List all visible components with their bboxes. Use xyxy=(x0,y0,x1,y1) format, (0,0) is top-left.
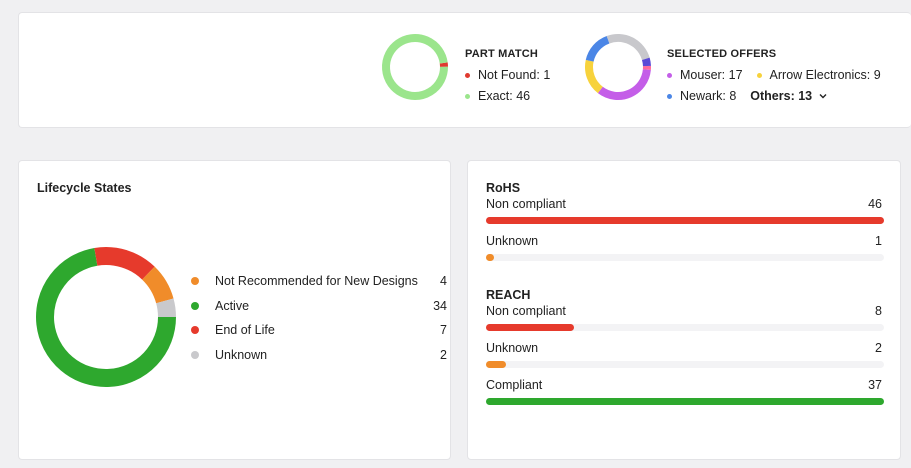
lifecycle-title: Lifecycle States xyxy=(37,181,132,195)
active-count: 34 xyxy=(433,299,447,313)
lifecycle-segment-1[interactable] xyxy=(94,247,155,280)
selected-offers-segment-4[interactable] xyxy=(606,34,650,61)
reach-title: REACH xyxy=(486,288,531,302)
rohs-non-compliant-fill xyxy=(486,217,884,224)
end-of-life-count: 7 xyxy=(440,323,447,337)
part-match-legend-not-found: Not Found: 1 xyxy=(465,68,550,82)
active-dot xyxy=(191,302,199,310)
selected-offers-segment-5[interactable] xyxy=(641,57,651,67)
reach-non-compliant-bar xyxy=(486,324,884,331)
exact-dot xyxy=(465,93,470,99)
rohs-unknown-count: 1 xyxy=(875,234,882,248)
exact-label: Exact: 46 xyxy=(478,89,531,103)
arrow-label: Arrow Electronics: 9 xyxy=(769,68,881,82)
reach-non-compliant-fill xyxy=(486,324,574,331)
part-match-donut-chart xyxy=(382,34,448,100)
part-match-segment-1[interactable] xyxy=(382,34,448,100)
selected-offers-segment-1[interactable] xyxy=(597,69,651,100)
reach-non-compliant-count: 8 xyxy=(875,304,882,318)
part-match-legend-exact: Exact: 46 xyxy=(465,89,530,103)
selected-offers-donut-chart xyxy=(585,34,651,100)
rohs-non-compliant-bar xyxy=(486,217,884,224)
rohs-title: RoHS xyxy=(486,181,521,195)
not-recommended-dot xyxy=(191,277,199,285)
others-dropdown[interactable]: Others: 13 xyxy=(750,89,828,103)
rohs-non-compliant-label: Non compliant xyxy=(486,197,566,211)
selected-offers-title: SELECTED OFFERS xyxy=(667,48,777,60)
summary-card: PART MATCH Not Found: 1 Exact: 46 SELECT… xyxy=(18,12,911,128)
arrow-dot xyxy=(756,72,762,78)
end-of-life-label: End of Life xyxy=(215,323,275,337)
rohs-unknown-bar xyxy=(486,254,884,261)
newark-dot xyxy=(667,93,672,99)
selected-offers-legend-row-2: Newark: 8 Others: 13 xyxy=(667,89,828,103)
reach-compliant-label: Compliant xyxy=(486,378,543,392)
not-recommended-count: 4 xyxy=(440,274,447,288)
selected-offers-legend-row-1: Mouser: 17 Arrow Electronics: 9 xyxy=(667,68,881,82)
lifecycle-states-card: Lifecycle States Not Recommended for New… xyxy=(18,160,451,460)
lifecycle-segment-2[interactable] xyxy=(141,266,174,304)
reach-non-compliant-label: Non compliant xyxy=(486,304,566,318)
reach-compliant-bar xyxy=(486,398,884,405)
lifecycle-legend-active: Active 34 xyxy=(191,297,447,315)
rohs-unknown-label: Unknown xyxy=(486,234,539,248)
others-label: Others: 13 xyxy=(750,89,813,103)
not-recommended-label: Not Recommended for New Designs xyxy=(215,274,418,288)
compliance-card: RoHS Non compliant 46 Unknown 1 REACH No… xyxy=(467,160,901,460)
lifecycle-segment-3[interactable] xyxy=(156,298,176,318)
reach-unknown-fill xyxy=(486,361,506,368)
unknown-count: 2 xyxy=(440,348,447,362)
not-found-dot xyxy=(465,72,470,78)
chevron-down-icon xyxy=(819,94,827,99)
rohs-non-compliant-count: 46 xyxy=(868,197,882,211)
active-label: Active xyxy=(215,299,250,313)
unknown-dot xyxy=(191,351,199,359)
newark-label: Newark: 8 xyxy=(680,89,737,103)
reach-compliant-count: 37 xyxy=(868,378,882,392)
mouser-dot xyxy=(667,72,672,78)
part-match-title: PART MATCH xyxy=(465,48,539,60)
lifecycle-legend-end-of-life: End of Life 7 xyxy=(191,321,447,339)
reach-unknown-bar xyxy=(486,361,884,368)
mouser-label: Mouser: 17 xyxy=(680,68,743,82)
selected-offers-segment-3[interactable] xyxy=(585,35,610,62)
reach-compliant-fill xyxy=(486,398,884,405)
rohs-unknown-fill xyxy=(486,254,494,261)
lifecycle-legend-unknown: Unknown 2 xyxy=(191,346,447,364)
lifecycle-donut-chart xyxy=(36,247,176,387)
lifecycle-legend-not-recommended: Not Recommended for New Designs 4 xyxy=(191,272,447,290)
not-found-label: Not Found: 1 xyxy=(478,68,551,82)
reach-unknown-count: 2 xyxy=(875,341,882,355)
selected-offers-segment-2[interactable] xyxy=(585,59,603,94)
reach-unknown-label: Unknown xyxy=(486,341,539,355)
unknown-label: Unknown xyxy=(215,348,268,362)
end-of-life-dot xyxy=(191,326,199,334)
